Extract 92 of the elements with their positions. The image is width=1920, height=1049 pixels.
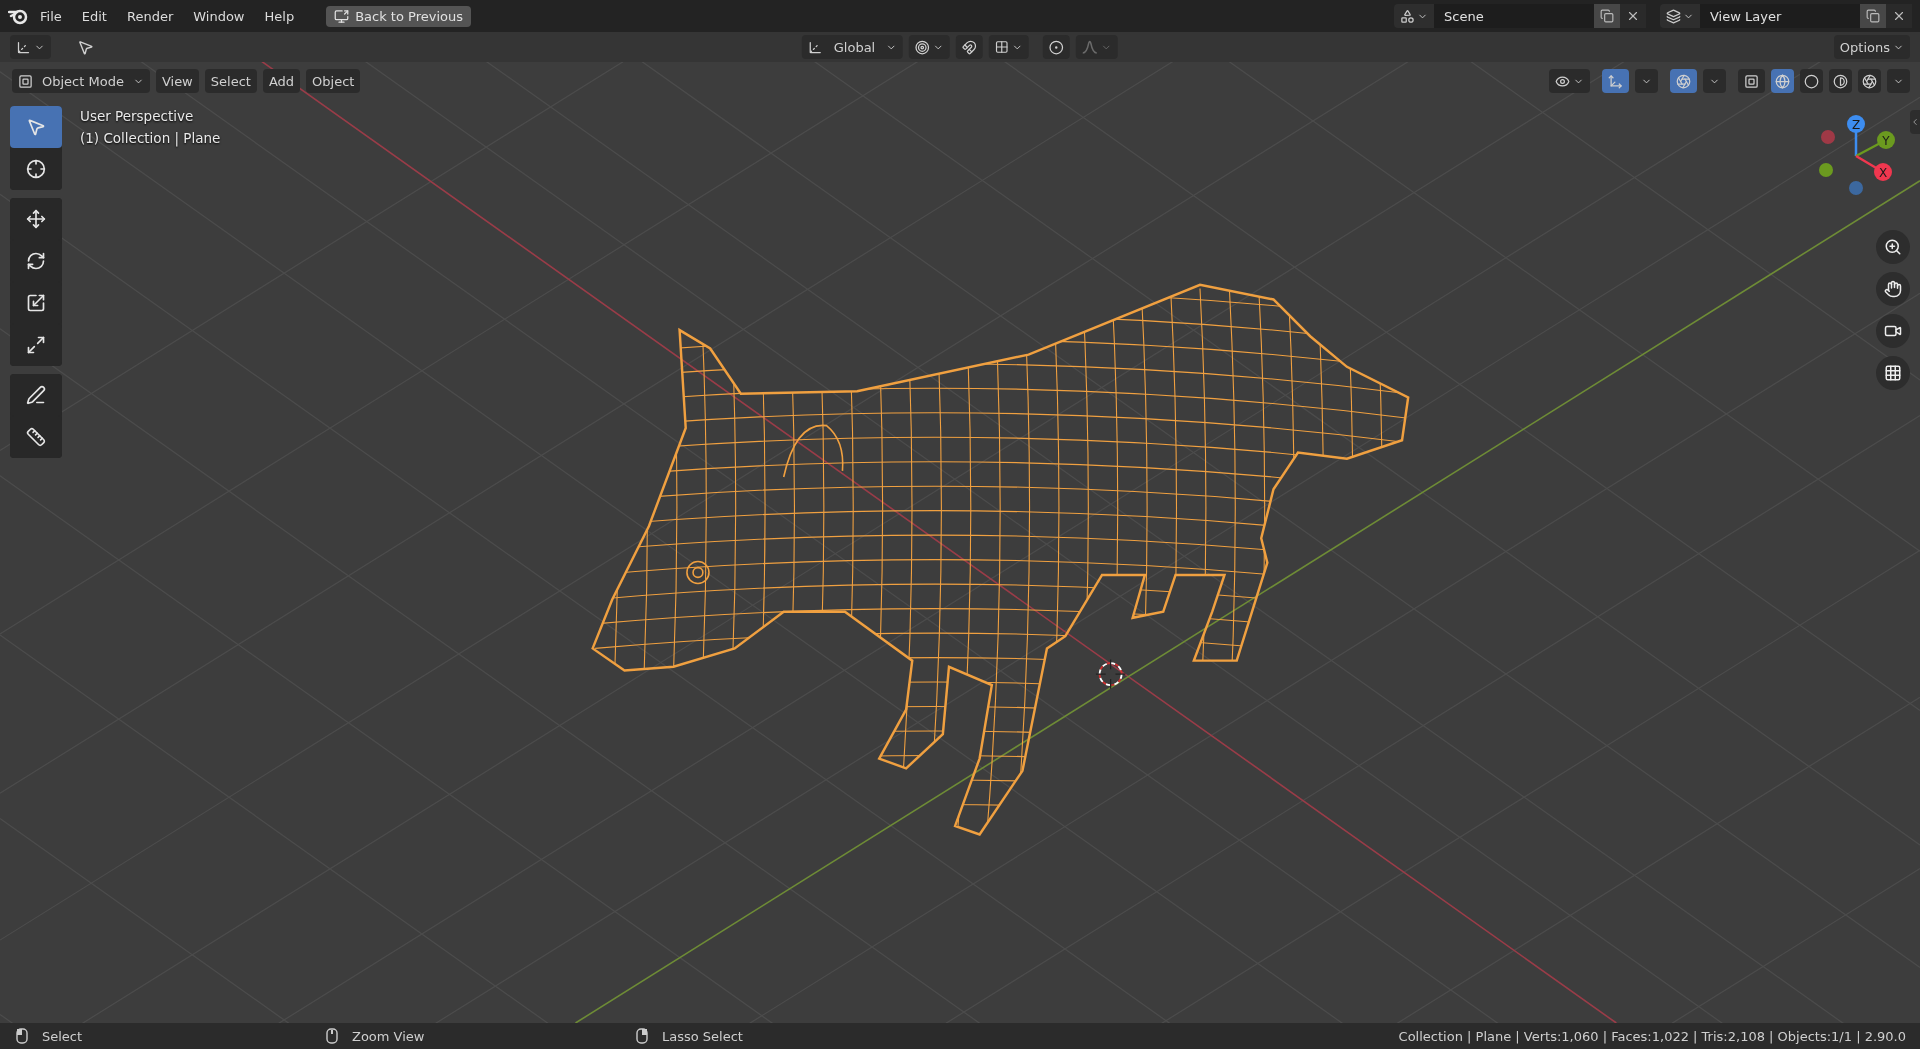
view-layer-field[interactable]: View Layer: [1700, 4, 1860, 28]
axis-dot[interactable]: [1849, 181, 1863, 195]
axis-label: Z: [1851, 117, 1861, 132]
rotate-icon: [26, 251, 46, 271]
hand-icon: [1884, 280, 1902, 298]
crosshair-icon: [26, 159, 46, 179]
pan-button[interactable]: [1876, 272, 1910, 306]
shading-button[interactable]: [1829, 69, 1852, 93]
move-icon: [26, 209, 46, 229]
axis-dot[interactable]: [1877, 131, 1895, 149]
menu-item[interactable]: Add: [262, 69, 301, 93]
expand-icon: [26, 335, 46, 355]
shading-button[interactable]: [1800, 69, 1823, 93]
menu-item[interactable]: Render: [118, 4, 182, 28]
3d-cursor-icon: [1095, 658, 1126, 690]
close-button[interactable]: [1620, 4, 1646, 28]
mouse-right-icon: [634, 1027, 650, 1045]
grid-view-button[interactable]: [1876, 356, 1910, 390]
back-to-previous-button[interactable]: Back to Previous: [326, 5, 471, 27]
axis-dot[interactable]: [1874, 163, 1892, 181]
scale-icon: [26, 293, 46, 313]
menu-item[interactable]: Object: [306, 69, 361, 93]
eye-icon: [1555, 73, 1570, 89]
menu-item[interactable]: Help: [256, 4, 303, 28]
editor-type-dropdown[interactable]: [10, 35, 51, 59]
axis-dot[interactable]: [1821, 130, 1835, 144]
falloff-dropdown[interactable]: [1076, 35, 1119, 59]
sphere-icon: [1804, 73, 1819, 89]
mode-dropdown[interactable]: Object Mode: [12, 69, 150, 93]
magnet-icon: [962, 39, 978, 55]
pointer-icon: [77, 38, 94, 56]
ruler-icon: [26, 427, 46, 447]
status-hint: Zoom View: [352, 1028, 425, 1044]
snap-button[interactable]: [956, 35, 984, 59]
axis-gizmo[interactable]: Z Y X: [1810, 110, 1910, 200]
copy-button[interactable]: [1860, 4, 1886, 28]
scene-field[interactable]: Scene: [1434, 4, 1594, 28]
pointer-icon: [26, 117, 46, 137]
axis-label: X: [1878, 165, 1888, 180]
copy-button[interactable]: [1594, 4, 1620, 28]
grid-icon: [995, 40, 1010, 54]
menu-item[interactable]: Edit: [73, 4, 115, 28]
pivot-icon: [915, 39, 931, 55]
view-layer-dropdown[interactable]: [1660, 4, 1700, 28]
menu-item[interactable]: View: [155, 69, 199, 93]
gizmo-toggle[interactable]: [1602, 69, 1629, 93]
status-hint: Select: [42, 1028, 83, 1044]
mouse-middle-icon: [324, 1027, 340, 1045]
zoom-button[interactable]: [1876, 230, 1910, 264]
shapes-icon: [1400, 8, 1415, 24]
zoom-in-icon: [1884, 238, 1902, 256]
close-button[interactable]: [1886, 4, 1912, 28]
viewport-info-text: User Perspective: [80, 108, 195, 124]
scene-stats: Collection | Plane | Verts:1,060 | Faces:1,022 | Tris:2,108 | Objects:1/1 | 2.90.0: [1398, 1028, 1906, 1044]
grid-icon: [1884, 364, 1902, 382]
copy-icon: [1600, 9, 1614, 23]
shading-button[interactable]: [1771, 69, 1794, 93]
overlays-toggle[interactable]: [1670, 69, 1697, 93]
logo-icon: [8, 7, 28, 25]
menu-item[interactable]: Select: [204, 69, 257, 93]
axes-icon: [807, 39, 823, 55]
snap-target-dropdown[interactable]: [989, 35, 1030, 59]
shading-button[interactable]: [1858, 69, 1881, 93]
half-sphere-icon: [1833, 73, 1848, 89]
chevron-left-icon: [1910, 117, 1920, 127]
orientation-dropdown[interactable]: Global: [801, 35, 904, 59]
curve-icon: [1082, 40, 1099, 54]
menu-item[interactable]: File: [32, 4, 70, 28]
visibility-dropdown[interactable]: [1549, 69, 1590, 93]
scene-dropdown[interactable]: [1394, 4, 1434, 28]
close-icon: [1892, 9, 1906, 23]
copy-icon: [1866, 9, 1880, 23]
axis-label: Y: [1882, 133, 1890, 148]
globe-icon: [1775, 73, 1790, 89]
circle-dot-icon: [1049, 39, 1065, 55]
mouse-left-icon: [14, 1027, 30, 1045]
pivot-dropdown[interactable]: [909, 35, 951, 59]
xray-toggle[interactable]: [1738, 69, 1765, 93]
axis-dot[interactable]: [1819, 163, 1833, 177]
status-hint: Lasso Select: [662, 1028, 743, 1044]
axis-dot[interactable]: [1847, 115, 1865, 133]
layers-icon: [1666, 8, 1681, 24]
close-icon: [1626, 9, 1640, 23]
proportional-edit-button[interactable]: [1043, 35, 1071, 59]
sidebar-tab[interactable]: [1910, 110, 1920, 134]
camera-button[interactable]: [1876, 314, 1910, 348]
menu-item[interactable]: Window: [185, 4, 253, 28]
pen-icon: [26, 385, 46, 405]
screen-icon: [334, 8, 350, 24]
axes-icon: [16, 39, 31, 55]
options-dropdown[interactable]: Options: [1833, 35, 1910, 59]
viewport-info-text: (1) Collection | Plane: [80, 130, 221, 146]
